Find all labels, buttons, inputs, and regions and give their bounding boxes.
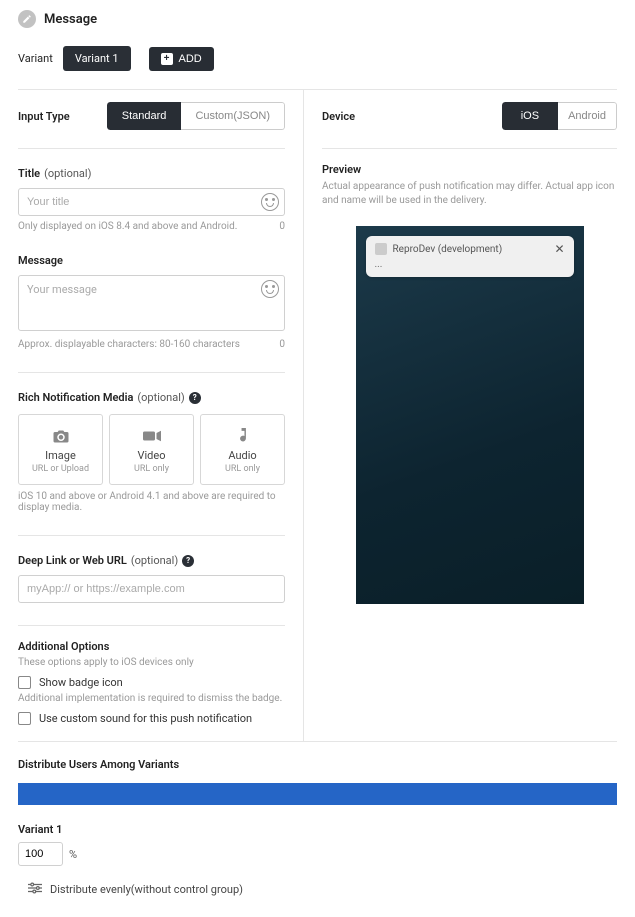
emoji-icon[interactable] xyxy=(261,280,279,298)
sound-checkbox[interactable] xyxy=(18,712,31,725)
variant-chip[interactable]: Variant 1 xyxy=(63,46,131,71)
divider xyxy=(18,741,617,742)
preview-desc: Actual appearance of push notification m… xyxy=(322,180,617,208)
variant-percent-label: Variant 1 xyxy=(18,823,617,836)
phone-preview: ReproDev (development) ✕ ... xyxy=(356,226,584,604)
additional-options-block: Additional Options These options apply t… xyxy=(18,640,285,725)
preview-label: Preview xyxy=(322,163,617,176)
variant-label: Variant xyxy=(18,52,53,65)
toggle-standard[interactable]: Standard xyxy=(107,102,182,130)
title-helper: Only displayed on iOS 8.4 and above and … xyxy=(18,221,237,232)
help-icon[interactable]: ? xyxy=(182,555,194,567)
distribute-section: Distribute Users Among Variants Variant … xyxy=(18,758,617,897)
device-toggle: iOS Android xyxy=(502,102,617,130)
title-label: Title xyxy=(18,167,40,180)
media-card-image[interactable]: Image URL or Upload xyxy=(18,414,103,485)
toggle-custom-json[interactable]: Custom(JSON) xyxy=(181,102,285,130)
plus-icon: + xyxy=(161,53,173,65)
notification-body: ... xyxy=(375,259,565,270)
distribute-title: Distribute Users Among Variants xyxy=(18,758,617,771)
divider xyxy=(18,372,285,373)
sliders-icon xyxy=(28,882,42,897)
variant-row: Variant Variant 1 + ADD xyxy=(18,46,617,71)
title-input[interactable] xyxy=(18,188,285,216)
message-label: Message xyxy=(18,254,63,267)
title-field-block: Title (optional) Only displayed on iOS 8… xyxy=(18,167,285,232)
divider xyxy=(322,148,617,149)
media-title: Audio xyxy=(207,449,278,462)
message-field-block: Message Approx. displayable characters: … xyxy=(18,254,285,350)
input-type-toggle: Standard Custom(JSON) xyxy=(107,102,285,130)
audio-icon xyxy=(207,427,278,445)
additional-label: Additional Options xyxy=(18,640,109,653)
emoji-icon[interactable] xyxy=(261,193,279,211)
notification-app-name: ReproDev (development) xyxy=(393,244,549,255)
divider xyxy=(18,535,285,536)
media-label: Rich Notification Media xyxy=(18,391,133,404)
deeplink-field-block: Deep Link or Web URL (optional) ? xyxy=(18,554,285,603)
title-optional: (optional) xyxy=(44,167,91,180)
add-button-label: ADD xyxy=(179,53,202,65)
add-variant-button[interactable]: + ADD xyxy=(149,47,214,71)
page-title: Message xyxy=(44,12,97,27)
close-icon[interactable]: ✕ xyxy=(555,244,565,254)
deeplink-label: Deep Link or Web URL xyxy=(18,554,127,567)
media-sub: URL only xyxy=(207,464,278,474)
media-sub: URL or Upload xyxy=(25,464,96,474)
toggle-android[interactable]: Android xyxy=(558,102,617,130)
additional-sub: These options apply to iOS devices only xyxy=(18,657,285,668)
distribute-evenly-button[interactable]: Distribute evenly(without control group) xyxy=(18,882,617,897)
divider xyxy=(18,148,285,149)
device-label: Device xyxy=(322,110,355,123)
distribute-bar[interactable] xyxy=(18,783,617,805)
media-card-video[interactable]: Video URL only xyxy=(109,414,194,485)
variant-percent-input[interactable] xyxy=(18,842,63,866)
help-icon[interactable]: ? xyxy=(189,392,201,404)
media-helper: iOS 10 and above or Android 4.1 and abov… xyxy=(18,491,285,513)
left-column: Input Type Standard Custom(JSON) Title (… xyxy=(18,90,303,741)
pencil-icon xyxy=(18,10,36,28)
badge-helper: Additional implementation is required to… xyxy=(18,693,285,704)
notification-card: ReproDev (development) ✕ ... xyxy=(366,236,574,277)
percent-sign: % xyxy=(69,848,77,861)
message-header: Message xyxy=(18,10,617,28)
badge-label: Show badge icon xyxy=(39,676,123,689)
app-icon xyxy=(375,243,387,255)
deeplink-optional: (optional) xyxy=(131,554,178,567)
media-sub: URL only xyxy=(116,464,187,474)
message-helper: Approx. displayable characters: 80-160 c… xyxy=(18,339,240,350)
media-card-audio[interactable]: Audio URL only xyxy=(200,414,285,485)
media-optional: (optional) xyxy=(137,391,184,404)
badge-checkbox[interactable] xyxy=(18,676,31,689)
divider xyxy=(18,625,285,626)
camera-icon xyxy=(25,427,96,445)
title-counter: 0 xyxy=(279,221,285,232)
video-icon xyxy=(116,427,187,445)
deeplink-input[interactable] xyxy=(18,575,285,603)
toggle-ios[interactable]: iOS xyxy=(502,102,558,130)
media-title: Image xyxy=(25,449,96,462)
sound-label: Use custom sound for this push notificat… xyxy=(39,712,252,725)
media-title: Video xyxy=(116,449,187,462)
right-column: Device iOS Android Preview Actual appear… xyxy=(303,90,617,741)
input-type-label: Input Type xyxy=(18,110,70,123)
media-field-block: Rich Notification Media (optional) ? Ima… xyxy=(18,391,285,513)
distribute-evenly-label: Distribute evenly(without control group) xyxy=(50,883,243,896)
message-input[interactable] xyxy=(18,275,285,331)
message-counter: 0 xyxy=(279,339,285,350)
